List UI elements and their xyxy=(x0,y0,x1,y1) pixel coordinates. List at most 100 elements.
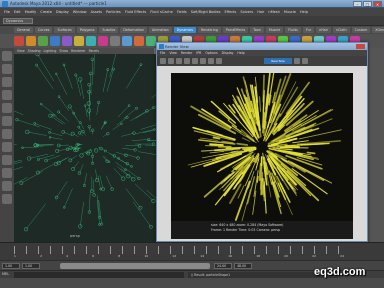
render-menu-display[interactable]: Display xyxy=(222,51,234,55)
menu-modify[interactable]: Modify xyxy=(25,10,37,14)
render-menu-help[interactable]: Help xyxy=(237,51,244,55)
playback-start-field[interactable]: 1.00 xyxy=(22,263,40,269)
menu-effects[interactable]: Effects xyxy=(224,10,236,14)
viewport-menu-renderer[interactable]: Renderer xyxy=(71,49,86,53)
shelf-tab-muscle[interactable]: Muscle xyxy=(265,27,284,33)
shelf-tool-icon[interactable] xyxy=(134,36,144,46)
menu-fluid-ncache[interactable]: Fluid nCache xyxy=(150,10,173,14)
menu-window[interactable]: Window xyxy=(73,10,87,14)
rgb-channel-icon[interactable] xyxy=(200,58,206,64)
move-tool-icon[interactable] xyxy=(2,90,12,100)
shelf-tab-painteffects[interactable]: PaintEffects xyxy=(222,27,249,33)
menu-muscle[interactable]: Muscle xyxy=(284,10,296,14)
render-view-close-button[interactable] xyxy=(356,44,365,49)
maximize-button[interactable]: □ xyxy=(363,1,372,7)
viewport-menu-lighting[interactable]: Lighting xyxy=(44,49,57,53)
menu-hair[interactable]: Hair xyxy=(257,10,264,14)
real-size-icon[interactable] xyxy=(216,58,222,64)
render-menu-view[interactable]: View xyxy=(169,51,177,55)
shelf-tool-icon[interactable] xyxy=(62,36,72,46)
menu-edit[interactable]: Edit xyxy=(14,10,21,14)
shelf-tab-animation[interactable]: Animation xyxy=(148,27,172,33)
region-render-icon[interactable] xyxy=(184,58,190,64)
menu-fluid-effects[interactable]: Fluid Effects xyxy=(125,10,146,14)
shelf-tool-icon[interactable] xyxy=(146,36,156,46)
shelf-tool-icon[interactable] xyxy=(110,36,120,46)
end-time-field[interactable]: 48.00 xyxy=(234,263,252,269)
render-menu-render[interactable]: Render xyxy=(181,51,192,55)
shelf-tool-icon[interactable] xyxy=(50,36,60,46)
menu-nmesh[interactable]: nMesh xyxy=(268,10,279,14)
menu-create[interactable]: Create xyxy=(40,10,52,14)
start-time-field[interactable]: 1.00 xyxy=(2,263,20,269)
menu-set-dropdown[interactable]: Dynamics xyxy=(3,18,33,24)
layout-single-icon[interactable] xyxy=(2,155,12,165)
layout-outliner-icon[interactable] xyxy=(2,194,12,204)
viewport-menu-show[interactable]: Show xyxy=(59,49,68,53)
shelf-tab-deformation[interactable]: Deformation xyxy=(120,27,147,33)
time-slider[interactable]: 1 2 4 6 8 10 12 14 16 18 20 22 24 xyxy=(0,242,384,260)
perspective-viewport[interactable]: persp xyxy=(14,54,156,242)
menu-display[interactable]: Display xyxy=(56,10,69,14)
shelf-tab-surfaces[interactable]: Surfaces xyxy=(54,27,75,33)
refresh-icon[interactable] xyxy=(176,58,182,64)
shelf-tab-fur[interactable]: Fur xyxy=(302,27,315,33)
shelf-tool-icon[interactable] xyxy=(38,36,48,46)
ipr-render-icon[interactable] xyxy=(168,58,174,64)
layout-four-icon[interactable] xyxy=(2,168,12,178)
particle xyxy=(137,176,141,181)
lasso-tool-icon[interactable] xyxy=(2,64,12,74)
viewport-menu-panels[interactable]: Panels xyxy=(89,49,99,53)
shelf-tab-nhair[interactable]: nHair xyxy=(316,27,331,33)
render-menu-ipr[interactable]: IPR xyxy=(196,51,201,55)
viewport-menu-shading[interactable]: Shading xyxy=(28,49,41,53)
menu-file[interactable]: File xyxy=(4,10,10,14)
menu-fields[interactable]: Fields xyxy=(177,10,187,14)
shelf-tab-rendering[interactable]: Rendering xyxy=(198,27,221,33)
shelf-tool-icon[interactable] xyxy=(122,36,132,46)
playback-end-field[interactable]: 24.00 xyxy=(214,263,232,269)
scale-tool-icon[interactable] xyxy=(2,116,12,126)
shelf-tab-subdivs[interactable]: Subdivs xyxy=(99,27,119,33)
menu-assets[interactable]: Assets xyxy=(91,10,102,14)
viewport-menu-view[interactable]: View xyxy=(17,49,25,53)
particle-streak xyxy=(212,136,221,140)
shelf-tab-xgen[interactable]: XGen xyxy=(372,27,384,33)
real-size-button[interactable]: Real Size xyxy=(264,58,292,64)
shelf-tab-fluids[interactable]: Fluids xyxy=(285,27,301,33)
shelf-tool-icon[interactable] xyxy=(98,36,108,46)
select-tool-icon[interactable] xyxy=(2,51,12,61)
layout-two-icon[interactable] xyxy=(2,181,12,191)
shelf-tool-icon[interactable] xyxy=(74,36,84,46)
rendered-image[interactable] xyxy=(171,73,353,221)
snapshot-icon[interactable] xyxy=(192,58,198,64)
menu-particles[interactable]: Particles xyxy=(106,10,121,14)
minimize-button[interactable]: – xyxy=(353,1,362,7)
range-slider-handle[interactable] xyxy=(60,263,210,269)
render-menu-options[interactable]: Options xyxy=(205,51,217,55)
menu-solvers[interactable]: Solvers xyxy=(240,10,253,14)
shelf-tab-curves[interactable]: Curves xyxy=(35,27,53,33)
particle-trail xyxy=(138,151,156,155)
shelf-tab-ncloth[interactable]: nCloth xyxy=(332,27,350,33)
menu-help[interactable]: Help xyxy=(300,10,308,14)
rotate-tool-icon[interactable] xyxy=(2,103,12,113)
remove-image-icon[interactable] xyxy=(302,58,308,64)
shelf-tab-toon[interactable]: Toon xyxy=(250,27,264,33)
shelf-tab-general[interactable]: General xyxy=(14,27,33,33)
render-menu-file[interactable]: File xyxy=(160,51,165,55)
shelf-tool-icon[interactable] xyxy=(14,36,24,46)
shelf-tab-polygons[interactable]: Polygons xyxy=(76,27,98,33)
alpha-channel-icon[interactable] xyxy=(208,58,214,64)
paint-select-icon[interactable] xyxy=(2,77,12,87)
shelf-tool-icon[interactable] xyxy=(86,36,96,46)
shelf-tab-custom[interactable]: Custom xyxy=(351,27,371,33)
close-button[interactable]: × xyxy=(373,1,382,7)
last-tool-icon[interactable] xyxy=(2,142,12,152)
shelf-tool-icon[interactable] xyxy=(26,36,36,46)
redo-render-icon[interactable] xyxy=(160,58,166,64)
manipulator-icon[interactable] xyxy=(2,129,12,139)
menu-soft-rigid-bodies[interactable]: Soft/Rigid Bodies xyxy=(191,10,221,14)
keep-image-icon[interactable] xyxy=(294,58,300,64)
shelf-tab-dynamics[interactable]: Dynamics xyxy=(173,27,197,33)
